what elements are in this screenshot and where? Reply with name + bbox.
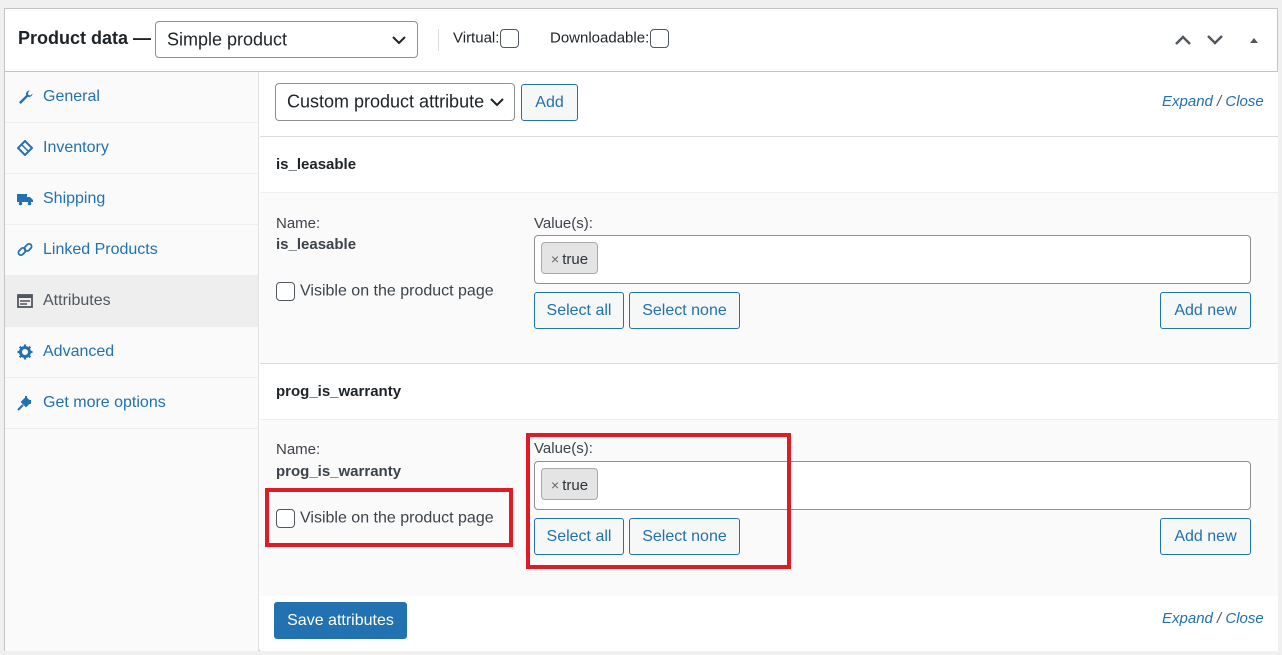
downloadable-option[interactable]: Downloadable: — [550, 29, 670, 48]
product-data-tabs: General Inventory Shipping Linked Produc… — [5, 72, 259, 651]
tab-advanced[interactable]: Advanced — [5, 327, 258, 378]
tab-general[interactable]: General — [5, 72, 258, 123]
select-all-button[interactable]: Select all — [534, 292, 624, 329]
attribute-header[interactable]: is_leasable — [260, 137, 1278, 193]
expand-close-links-bottom: Expand / Close — [1162, 610, 1264, 627]
attribute-heading: prog_is_warranty — [276, 383, 402, 400]
value-token: × true — [541, 242, 599, 274]
link-separator: / — [1217, 610, 1222, 627]
expand-close-links-top: Expand / Close — [1162, 93, 1264, 110]
highlight-values-section — [526, 433, 791, 569]
name-label: Name: — [276, 215, 321, 232]
highlight-visible-checkbox — [265, 488, 513, 547]
plugin-icon — [17, 396, 32, 411]
virtual-label: Virtual: — [453, 29, 500, 47]
product-type-value: Simple product — [167, 29, 288, 49]
attribute-is-leasable: is_leasable Name: is_leasable Visible on… — [260, 136, 1278, 363]
close-link[interactable]: Close — [1225, 610, 1263, 627]
panel-title: Product data — — [18, 28, 152, 48]
header-divider — [438, 29, 439, 51]
add-attribute-button[interactable]: Add — [521, 84, 578, 121]
attribute-type-select[interactable]: Custom product attribute — [275, 83, 515, 121]
close-link[interactable]: Close — [1225, 93, 1263, 110]
link-icon — [17, 243, 33, 256]
expand-link[interactable]: Expand — [1162, 93, 1213, 110]
move-up-icon[interactable] — [1173, 31, 1193, 49]
attribute-heading: is_leasable — [276, 156, 357, 173]
add-new-value-button[interactable]: Add new — [1160, 518, 1251, 555]
tab-shipping[interactable]: Shipping — [5, 174, 258, 225]
chevron-down-icon — [490, 98, 504, 107]
wrench-icon — [19, 90, 33, 104]
tab-advanced-label: Advanced — [43, 343, 115, 360]
attribute-header[interactable]: prog_is_warranty — [260, 364, 1278, 420]
truck-icon — [17, 194, 33, 206]
values-input[interactable]: × true — [534, 235, 1251, 284]
virtual-option[interactable]: Virtual: — [453, 29, 520, 48]
list-icon — [17, 294, 33, 308]
tab-shipping-label: Shipping — [43, 190, 106, 207]
move-down-icon[interactable] — [1205, 31, 1225, 49]
name-value: is_leasable — [276, 236, 357, 253]
chevron-down-icon — [392, 35, 406, 44]
visible-option[interactable]: Visible on the product page — [276, 282, 494, 301]
visible-label: Visible on the product page — [300, 282, 494, 300]
tab-get-more-options-label: Get more options — [43, 394, 166, 411]
select-none-button[interactable]: Select none — [629, 292, 740, 329]
virtual-checkbox[interactable] — [500, 29, 520, 48]
tab-attributes-label: Attributes — [43, 292, 111, 309]
attributes-toolbar: Custom product attribute Add Expand / Cl… — [260, 72, 1278, 136]
tab-inventory-label: Inventory — [43, 139, 109, 156]
visible-checkbox[interactable] — [276, 282, 295, 301]
values-label: Value(s): — [534, 215, 593, 232]
downloadable-checkbox[interactable] — [650, 29, 670, 48]
attribute-type-value: Custom product attribute — [287, 91, 485, 112]
expand-link[interactable]: Expand — [1162, 610, 1213, 627]
tab-inventory[interactable]: Inventory — [5, 123, 258, 174]
tab-attributes[interactable]: Attributes — [5, 276, 258, 327]
product-type-select[interactable]: Simple product — [155, 21, 418, 58]
downloadable-label: Downloadable: — [550, 29, 650, 47]
add-new-value-button[interactable]: Add new — [1160, 292, 1251, 329]
tab-linked-products-label: Linked Products — [43, 241, 158, 258]
collapse-toggle-icon[interactable] — [1244, 31, 1264, 49]
save-attributes-button[interactable]: Save attributes — [274, 602, 407, 639]
tab-get-more-options[interactable]: Get more options — [5, 378, 258, 429]
product-data-header: Product data — Simple product Virtual: D… — [5, 9, 1277, 72]
value-token-label: true — [562, 251, 589, 268]
gear-icon — [17, 344, 33, 360]
tag-icon — [17, 140, 33, 156]
remove-token-icon[interactable]: × — [551, 251, 559, 267]
name-value: prog_is_warranty — [276, 463, 402, 480]
link-separator: / — [1217, 93, 1222, 110]
tab-linked-products[interactable]: Linked Products — [5, 225, 258, 276]
name-label: Name: — [276, 441, 321, 458]
tab-general-label: General — [43, 88, 100, 105]
